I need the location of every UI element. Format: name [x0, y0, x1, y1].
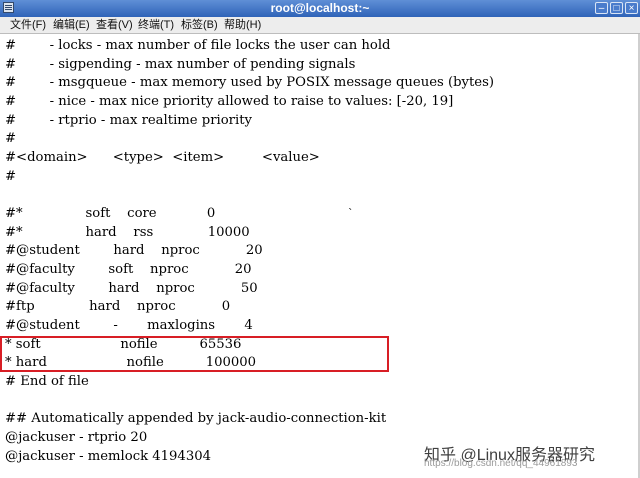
- terminal-line: @jackuser - rtprio 20: [5, 430, 148, 445]
- highlight-box: [0, 336, 389, 372]
- stray-cursor-mark: `: [348, 207, 354, 220]
- terminal-line: # End of file: [5, 374, 89, 389]
- menu-help[interactable]: 帮助(H): [224, 19, 261, 32]
- menu-view[interactable]: 查看(V): [96, 19, 133, 32]
- terminal-line: #@faculty soft nproc 20: [5, 262, 252, 277]
- menu-terminal[interactable]: 终端(T): [138, 19, 174, 32]
- terminal-line: # - nice - max nice priority allowed to …: [5, 94, 454, 109]
- terminal-line: #: [5, 169, 17, 184]
- close-button[interactable]: ×: [625, 2, 638, 14]
- terminal-line: # - rtprio - max realtime priority: [5, 113, 252, 128]
- menu-bar: 文件(F) 编辑(E) 查看(V) 终端(T) 标签(B) 帮助(H): [0, 17, 640, 34]
- window-title: root@localhost:~: [270, 1, 370, 15]
- terminal-line: #<domain> <type> <item> <value>: [5, 150, 320, 165]
- terminal-line: #@faculty hard nproc 50: [5, 281, 258, 296]
- terminal-line: #* hard rss 10000: [5, 225, 250, 240]
- terminal-line: @jackuser - memlock 4194304: [5, 449, 211, 464]
- terminal-line: #ftp hard nproc 0: [5, 299, 231, 314]
- terminal-line: # - msgqueue - max memory used by POSIX …: [5, 75, 495, 90]
- maximize-button[interactable]: □: [610, 2, 623, 14]
- minimize-button[interactable]: –: [595, 2, 608, 14]
- terminal-line: #: [5, 131, 17, 146]
- menu-edit[interactable]: 编辑(E): [53, 19, 90, 32]
- menu-tabs[interactable]: 标签(B): [181, 19, 218, 32]
- terminal-line: #@student hard nproc 20: [5, 243, 263, 258]
- title-bar: root@localhost:~ – □ ×: [0, 0, 640, 17]
- terminal-line: #* soft core 0: [5, 206, 216, 221]
- terminal-line: # - sigpending - max number of pending s…: [5, 57, 356, 72]
- terminal-line: # - locks - max number of file locks the…: [5, 38, 391, 53]
- terminal-line: #@student - maxlogins 4: [5, 318, 253, 333]
- terminal-line: ## Automatically appended by jack-audio-…: [5, 411, 387, 426]
- menu-file[interactable]: 文件(F): [10, 19, 46, 32]
- watermark-url: https://blog.csdn.net/qq_44961893: [424, 458, 578, 469]
